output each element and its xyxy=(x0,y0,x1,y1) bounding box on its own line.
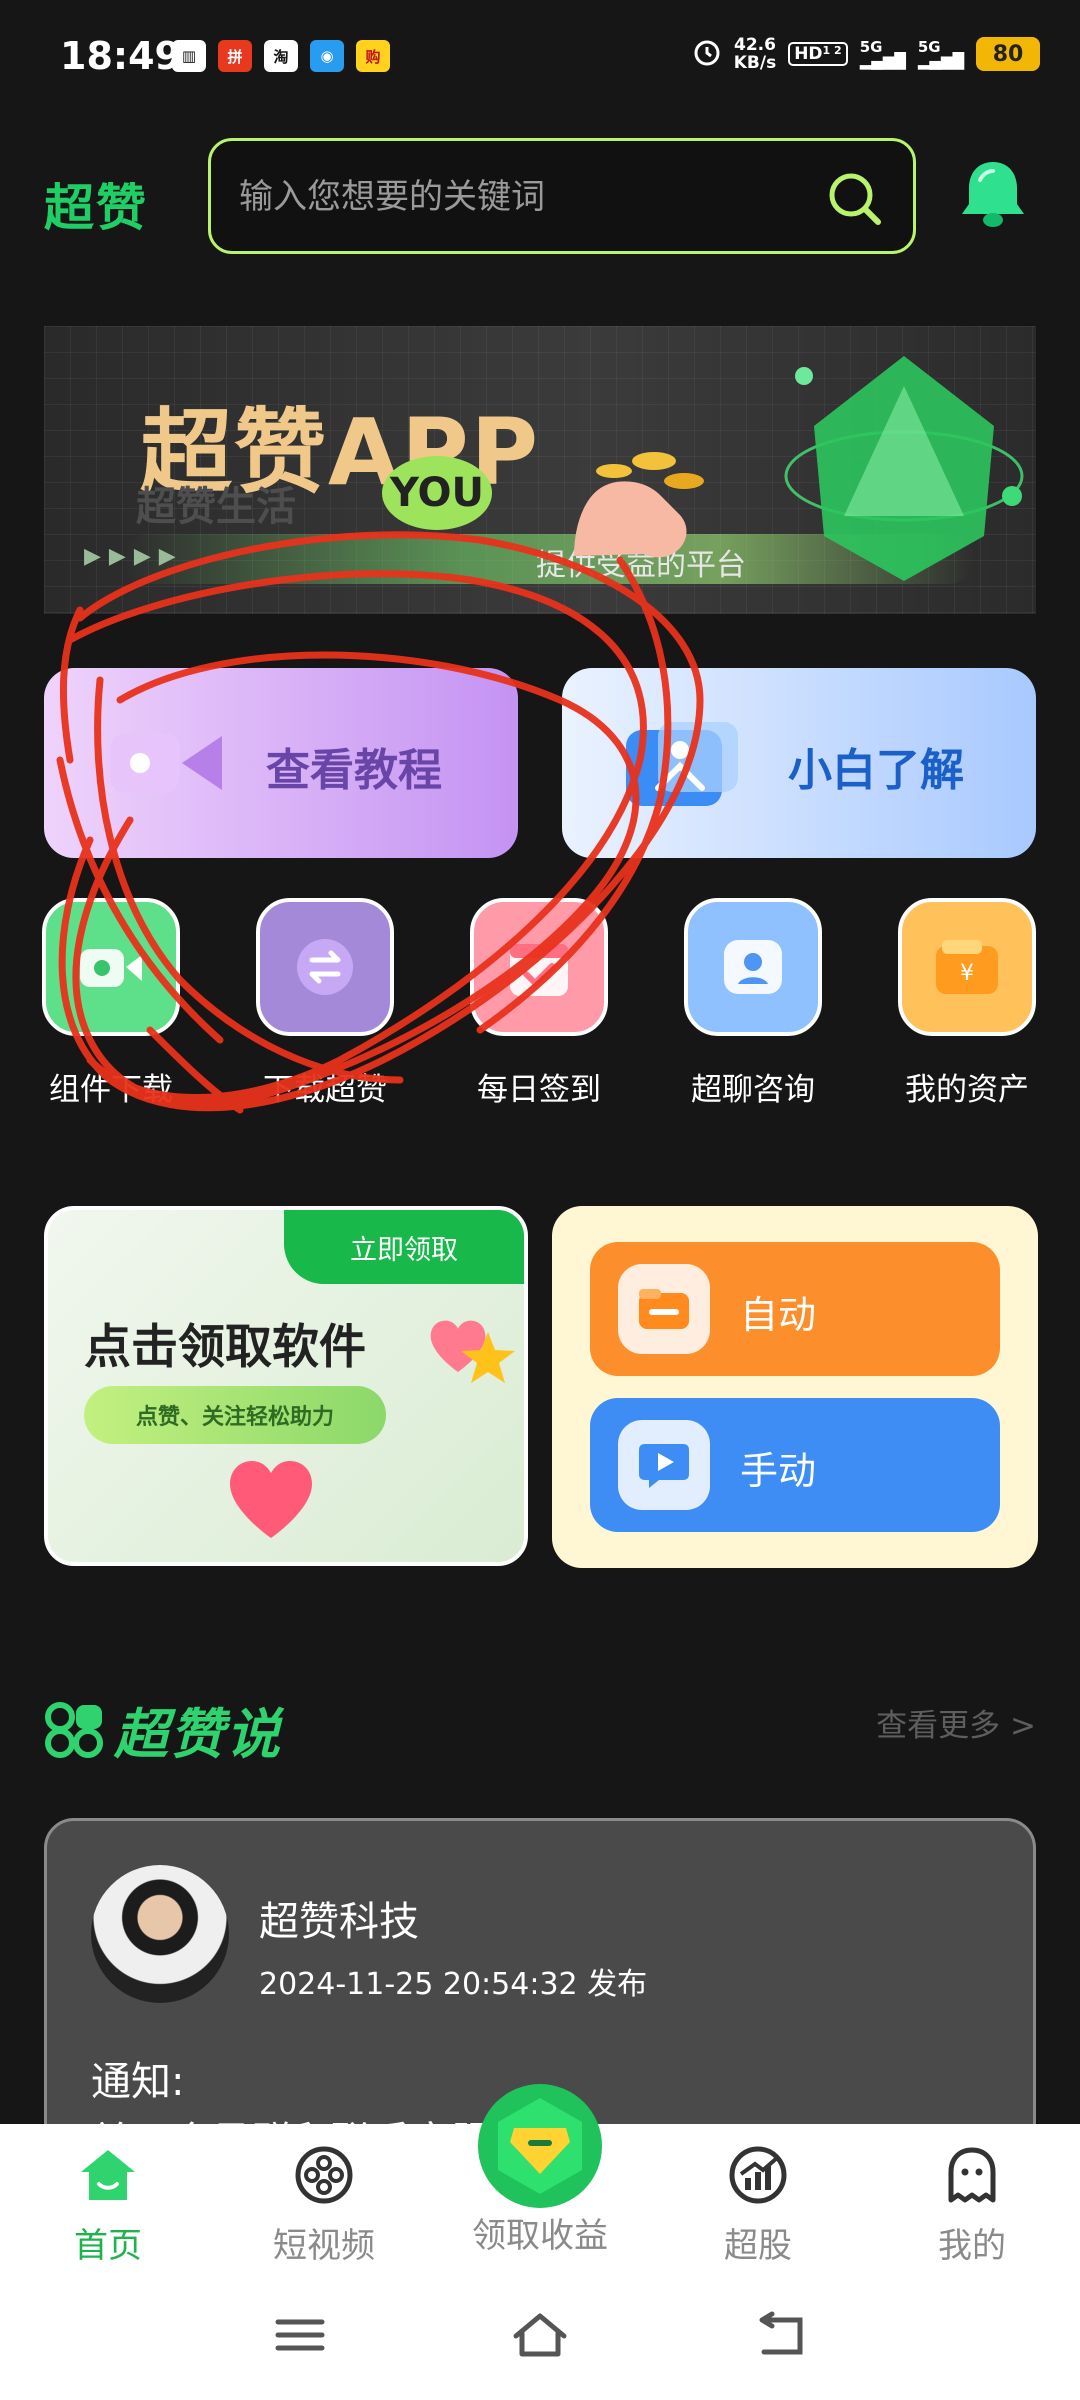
mode-panel: 自动 手动 xyxy=(552,1206,1038,1568)
clover-icon xyxy=(45,1701,103,1758)
search-input[interactable] xyxy=(239,171,799,223)
book-app-icon: ▥ xyxy=(172,40,206,72)
auto-mode-button[interactable]: 自动 xyxy=(590,1242,1000,1376)
beginner-guide-label: 小白了解 xyxy=(788,745,964,796)
shortcut-item[interactable]: 下载超赞 xyxy=(240,898,410,1109)
banner-subtitle: 超赞生活 xyxy=(136,484,296,530)
image-card-icon xyxy=(626,722,738,806)
svg-text:¥: ¥ xyxy=(960,961,974,986)
status-indicators: 42.6 KB/s HD1 2 5G ▂▄▆█ 5G ▂▄▆█ 80 xyxy=(692,36,1040,72)
nav-video[interactable]: 短视频 xyxy=(244,2144,404,2267)
status-bar: 18:49 ▥ 拼淘 ◉ 购 42.6 KB/s HD1 2 5G ▂▄▆█ 5G ▂▄▆█… xyxy=(0,0,1080,120)
earn-rewards-button[interactable] xyxy=(470,2076,610,2216)
contact-icon xyxy=(684,898,822,1036)
search-bar[interactable] xyxy=(208,138,916,254)
hd-badge: HD1 2 xyxy=(788,42,848,66)
nav-earn-label: 领取收益 xyxy=(472,2216,608,2256)
shortcut-label: 每日签到 xyxy=(477,1072,601,1108)
profile-ghost-icon xyxy=(948,2147,996,2203)
avatar xyxy=(91,1865,229,2003)
film-reel-icon xyxy=(295,2146,353,2204)
folder-icon xyxy=(618,1264,710,1354)
section-title: 超赞说 xyxy=(114,1703,282,1766)
shortcut-label: 我的资产 xyxy=(905,1072,1029,1108)
nav-stock-label: 超股 xyxy=(724,2226,792,2266)
system-nav-bar xyxy=(0,2264,1080,2400)
banner-arrows-icon: ▶▶▶▶ xyxy=(84,544,184,569)
shortcut-label: 下载超赞 xyxy=(263,1072,387,1108)
claim-now-tag[interactable]: 立即领取 xyxy=(284,1210,524,1284)
post-author: 超赞科技 xyxy=(259,1899,419,1945)
home-button-icon[interactable] xyxy=(510,2310,570,2360)
nav-stock[interactable]: 超股 xyxy=(678,2144,838,2267)
shortcut-item[interactable]: 组件下载 xyxy=(26,898,196,1109)
menu-icon[interactable] xyxy=(270,2310,330,2360)
beginner-guide-button[interactable]: 小白了解 xyxy=(562,668,1036,858)
shortcut-item[interactable]: ¥ 我的资产 xyxy=(882,898,1052,1109)
heart-icon xyxy=(230,1461,312,1538)
claim-software-title: 点击领取软件 xyxy=(84,1320,366,1375)
calendar-check-icon xyxy=(470,898,608,1036)
view-tutorial-label: 查看教程 xyxy=(266,745,442,796)
status-app-icons: ▥ 拼淘 ◉ 购 xyxy=(172,40,390,72)
nav-home-label: 首页 xyxy=(74,2226,142,2266)
signal-icon: 5G ▂▄▆█ xyxy=(859,38,906,70)
exchange-icon xyxy=(256,898,394,1036)
nav-home[interactable]: 首页 xyxy=(28,2144,188,2267)
chart-icon xyxy=(729,2146,787,2204)
bell-icon[interactable] xyxy=(958,158,1028,232)
view-tutorial-button[interactable]: 查看教程 xyxy=(44,668,518,858)
promo-banner[interactable]: 超赞APP 超赞生活 YOU ▶▶▶▶ 提供受益的平台 xyxy=(44,326,1036,614)
section-header: 超赞说 xyxy=(44,1690,282,1769)
nav-mine[interactable]: 我的 xyxy=(892,2144,1052,2267)
home-icon xyxy=(81,2150,135,2200)
shopping-app-icon: 购 xyxy=(356,40,390,72)
shortcut-row: 组件下载 下载超赞 每日签到 超聊咨询 ¥ 我的资产 xyxy=(0,898,1080,1108)
auto-mode-label: 自动 xyxy=(740,1293,817,1337)
coins-hand-icon xyxy=(574,452,704,558)
battery-indicator: 80 xyxy=(976,37,1040,71)
post-timestamp: 2024-11-25 20:54:32 发布 xyxy=(259,1967,648,2002)
shortcut-label: 超聊咨询 xyxy=(691,1072,815,1108)
play-chat-icon xyxy=(618,1420,710,1510)
wallet-icon: ¥ xyxy=(898,898,1036,1036)
signal-icon-2: 5G ▂▄▆█ xyxy=(917,38,964,70)
view-more-link[interactable]: 查看更多 > xyxy=(876,1700,1036,1745)
back-icon[interactable] xyxy=(752,2310,812,2360)
search-icon[interactable] xyxy=(825,169,883,227)
like-follow-pill: 点赞、关注轻松助力 xyxy=(84,1386,386,1444)
claim-software-card[interactable]: 立即领取 点击领取软件 点赞、关注轻松助力 xyxy=(44,1206,528,1566)
alarm-icon xyxy=(692,37,722,72)
message-app-icon: ◉ xyxy=(310,40,344,72)
status-time: 18:49 xyxy=(60,34,181,78)
star-icon xyxy=(461,1332,515,1383)
manual-mode-label: 手动 xyxy=(740,1449,817,1493)
nav-mine-label: 我的 xyxy=(938,2226,1006,2266)
taobao-app-icon: 淘 xyxy=(264,40,298,72)
camera-icon xyxy=(42,898,180,1036)
pinduoduo-app-icon: 拼 xyxy=(218,40,252,72)
manual-mode-button[interactable]: 手动 xyxy=(590,1398,1000,1532)
nav-video-label: 短视频 xyxy=(273,2226,375,2266)
net-speed: 42.6 KB/s xyxy=(733,35,777,73)
shortcut-item[interactable]: 超聊咨询 xyxy=(668,898,838,1109)
banner-you-badge: YOU xyxy=(382,456,492,530)
post-heading: 通知: xyxy=(91,2059,185,2105)
shortcut-label: 组件下载 xyxy=(49,1072,173,1108)
app-logo: 超赞 xyxy=(44,179,148,237)
gem-icon xyxy=(784,356,1024,581)
video-camera-icon xyxy=(110,733,222,793)
shortcut-item[interactable]: 每日签到 xyxy=(454,898,624,1109)
